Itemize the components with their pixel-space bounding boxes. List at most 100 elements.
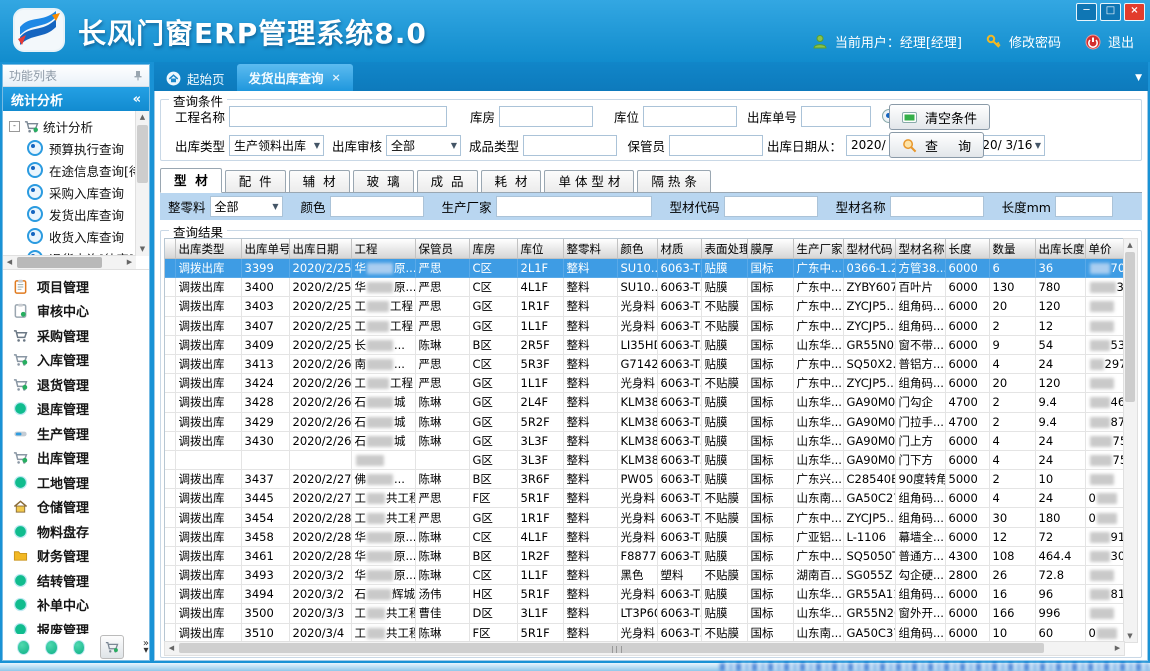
row-gutter[interactable]: [165, 450, 175, 469]
column-header[interactable]: 出库单号: [241, 239, 289, 259]
logout-link[interactable]: 退出: [1108, 32, 1134, 51]
row-gutter[interactable]: [165, 585, 175, 604]
tab-list-dropdown-icon[interactable]: ▼: [1135, 73, 1142, 83]
column-header[interactable]: 出库类型: [175, 239, 241, 259]
table-row[interactable]: 调拨出库34942020/3/2石辉城汤伟H区5R1F整料光身料6063-T5贴…: [165, 585, 1125, 604]
material-tab[interactable]: 型 材: [160, 168, 222, 193]
group-circle-icon[interactable]: [17, 640, 30, 655]
column-header[interactable]: 出库日期: [289, 239, 351, 259]
table-row[interactable]: G区3L3F整料KLM38176063-T5贴膜国标山东华...GA90M09.…: [165, 450, 1125, 469]
tree-item[interactable]: 采购入库查询: [9, 181, 135, 203]
table-row[interactable]: 调拨出库34032020/2/25工工程严思G区1R1F整料光身料6063-T5…: [165, 297, 1125, 316]
filter-input[interactable]: [724, 196, 818, 217]
tree-item[interactable]: 发货出库查询: [9, 203, 135, 225]
change-password-link[interactable]: 修改密码: [1009, 32, 1061, 51]
tree-expander-icon[interactable]: -: [9, 121, 20, 132]
table-row[interactable]: 调拨出库34452020/2/27工共工程严思F区5R1F整料光身料6063-T…: [165, 489, 1125, 508]
row-gutter[interactable]: [165, 546, 175, 565]
scroll-down-icon[interactable]: ▼: [136, 243, 149, 256]
material-tab[interactable]: 辅 材: [289, 170, 350, 192]
tree-item[interactable]: 退库管理[待定]: [9, 269, 135, 270]
warehouse-input[interactable]: [499, 106, 593, 127]
column-header[interactable]: 表面处理: [701, 239, 747, 259]
table-row[interactable]: 调拨出库34132020/2/26南...严思C区5R3F整料G71422606…: [165, 354, 1125, 373]
sidebar-item[interactable]: 审核中心: [3, 299, 149, 324]
tab-home[interactable]: 起始页: [154, 66, 237, 91]
row-gutter[interactable]: [165, 316, 175, 335]
table-row[interactable]: 调拨出库34302020/2/26石城陈琳G区3L3F整料KLM38176063…: [165, 431, 1125, 450]
table-row[interactable]: 调拨出库34242020/2/26工工程严思G区1L1F整料光身料6063-T5…: [165, 374, 1125, 393]
search-button[interactable]: 查 询: [889, 132, 984, 158]
row-gutter[interactable]: [165, 259, 175, 278]
row-gutter[interactable]: [165, 489, 175, 508]
product-type-input[interactable]: [523, 135, 617, 156]
scroll-up-icon[interactable]: ▲: [136, 111, 149, 124]
table-row[interactable]: 调拨出库34372020/2/27佛...陈琳B区3R6F整料PW056063-…: [165, 470, 1125, 489]
column-header[interactable]: 出库长度: [1035, 239, 1085, 259]
group-circle-icon[interactable]: [45, 640, 58, 655]
sidebar-item[interactable]: 财务管理: [3, 544, 149, 569]
material-tab[interactable]: 成 品: [417, 170, 478, 192]
column-header[interactable]: 材质: [657, 239, 701, 259]
row-gutter[interactable]: [165, 297, 175, 316]
sidebar-item[interactable]: 出库管理: [3, 446, 149, 471]
grid-horizontal-scrollbar[interactable]: ◀ ▶: [164, 641, 1125, 656]
keeper-input[interactable]: [669, 135, 763, 156]
table-row[interactable]: 调拨出库33992020/2/25华原...严思C区2L1F整料SU10...6…: [165, 259, 1125, 278]
material-tab[interactable]: 玻 璃: [353, 170, 414, 192]
table-row[interactable]: 调拨出库34092020/2/25长...陈琳B区2R5F整料LI35HD606…: [165, 335, 1125, 354]
row-gutter[interactable]: [165, 604, 175, 623]
material-tab[interactable]: 隔 热 条: [637, 170, 710, 192]
row-gutter[interactable]: [165, 470, 175, 489]
sidebar-item[interactable]: 退货管理: [3, 372, 149, 397]
filter-input[interactable]: [1055, 196, 1113, 217]
column-header[interactable]: 数量: [989, 239, 1035, 259]
table-row[interactable]: 调拨出库34542020/2/28工共工程严思G区1R1F整料光身料6063-T…: [165, 508, 1125, 527]
close-button[interactable]: ×: [1124, 3, 1145, 21]
sidebar-item[interactable]: 生产管理: [3, 421, 149, 446]
row-gutter[interactable]: [165, 335, 175, 354]
column-header[interactable]: 颜色: [617, 239, 657, 259]
column-header[interactable]: 膜厚: [747, 239, 793, 259]
column-header[interactable]: 库房: [469, 239, 517, 259]
column-header[interactable]: 工程: [351, 239, 415, 259]
column-header[interactable]: 生产厂家: [793, 239, 843, 259]
tree-horizontal-scrollbar[interactable]: ◀ ▶: [3, 255, 136, 269]
grid-vertical-scrollbar[interactable]: ▲ ▼: [1123, 238, 1138, 643]
sidebar-item[interactable]: 报废管理: [3, 617, 149, 634]
filter-input[interactable]: [330, 196, 424, 217]
filter-input[interactable]: [890, 196, 984, 217]
sidebar-item[interactable]: 入库管理: [3, 348, 149, 373]
column-header[interactable]: 型材名称: [895, 239, 945, 259]
row-gutter[interactable]: [165, 527, 175, 546]
collapse-icon[interactable]: «: [133, 92, 141, 107]
sidebar-overflow-chevron[interactable]: »▾: [143, 640, 149, 654]
row-gutter[interactable]: [165, 508, 175, 527]
table-row[interactable]: 调拨出库34292020/2/26石城陈琳G区5R2F整料KLM38176063…: [165, 412, 1125, 431]
table-row[interactable]: 调拨出库34072020/2/25工工程严思G区1L1F整料光身料6063-T5…: [165, 316, 1125, 335]
sidebar-group-header-statistics[interactable]: 统计分析 «: [3, 87, 149, 111]
scroll-left-icon[interactable]: ◀: [3, 256, 16, 269]
sidebar-item[interactable]: 结转管理: [3, 568, 149, 593]
scroll-down-icon[interactable]: ▼: [1124, 630, 1136, 642]
row-gutter[interactable]: [165, 278, 175, 297]
sidebar-item[interactable]: 采购管理: [3, 323, 149, 348]
sidebar-item[interactable]: 物料盘存: [3, 519, 149, 544]
group-circle-icon[interactable]: [73, 640, 86, 655]
scroll-up-icon[interactable]: ▲: [1124, 239, 1136, 251]
location-input[interactable]: [643, 106, 737, 127]
tree-item[interactable]: 收货入库查询: [9, 225, 135, 247]
table-row[interactable]: 调拨出库34002020/2/25华原...严思C区4L1F整料SU10...6…: [165, 278, 1125, 297]
column-header[interactable]: 库位: [517, 239, 563, 259]
row-gutter[interactable]: [165, 374, 175, 393]
cart-group-button[interactable]: [100, 635, 124, 659]
out-type-select[interactable]: 生产领料出库▼: [229, 135, 324, 156]
table-row[interactable]: 调拨出库35002020/3/3工共工程曹佳D区3L1F整料LT3P606063…: [165, 604, 1125, 623]
clear-conditions-button[interactable]: 清空条件: [889, 104, 990, 130]
sidebar-item[interactable]: 退库管理: [3, 397, 149, 422]
row-gutter[interactable]: [165, 393, 175, 412]
column-header[interactable]: 长度: [945, 239, 989, 259]
column-header[interactable]: 单价: [1085, 239, 1125, 259]
minimize-button[interactable]: ─: [1076, 3, 1097, 21]
filter-select[interactable]: 全部▼: [210, 196, 283, 217]
